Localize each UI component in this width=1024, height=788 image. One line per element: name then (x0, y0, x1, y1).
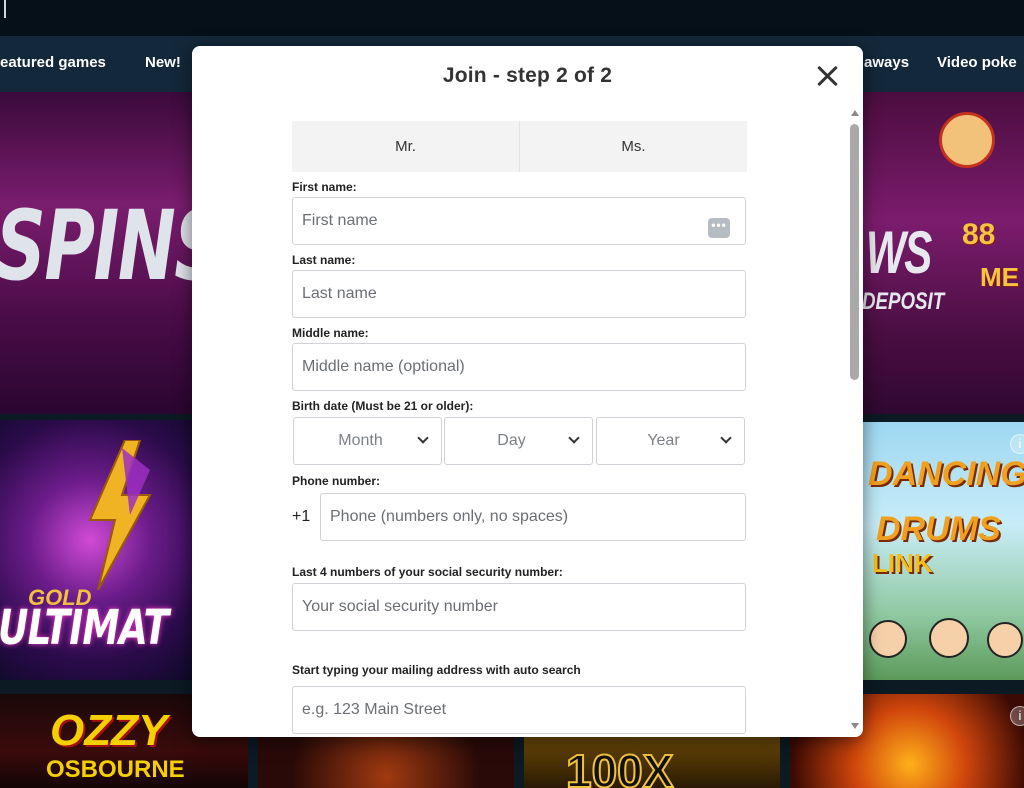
birth-year-value: Year (647, 432, 680, 449)
join-modal: Join - step 2 of 2 Mr. Ms. First name: •… (192, 46, 863, 737)
modal-scrollbar[interactable] (848, 108, 862, 737)
scrollbar-thumb[interactable] (850, 124, 859, 380)
address-input[interactable] (292, 686, 746, 734)
middle-name-label: Middle name: (292, 326, 369, 340)
phone-input[interactable] (320, 493, 746, 541)
first-name-input[interactable] (292, 197, 746, 245)
scroll-down-arrow-icon[interactable] (851, 723, 859, 729)
phone-country-code: +1 (292, 508, 311, 525)
last-name-label: Last name: (292, 253, 356, 267)
birth-month-select[interactable]: Month (293, 417, 442, 465)
close-icon[interactable] (816, 64, 840, 88)
ssn-input[interactable] (292, 583, 746, 631)
birth-year-select[interactable]: Year (596, 417, 745, 465)
middle-name-input[interactable] (292, 343, 746, 391)
ssn-label: Last 4 numbers of your social security n… (292, 565, 563, 579)
last-name-input[interactable] (292, 270, 746, 318)
salutation-mr-button[interactable]: Mr. (292, 121, 519, 172)
salutation-toggle: Mr. Ms. (292, 121, 747, 172)
first-name-label: First name: (292, 180, 357, 194)
autofill-icon[interactable]: ••• (708, 218, 730, 238)
salutation-ms-button[interactable]: Ms. (519, 121, 747, 172)
address-label: Start typing your mailing address with a… (292, 663, 581, 677)
birth-day-select[interactable]: Day (444, 417, 593, 465)
birth-date-label: Birth date (Must be 21 or older): (292, 399, 474, 413)
phone-label: Phone number: (292, 474, 381, 488)
birth-month-value: Month (338, 432, 383, 449)
birth-day-value: Day (497, 432, 526, 449)
scroll-up-arrow-icon[interactable] (851, 110, 859, 116)
modal-title: Join - step 2 of 2 (442, 64, 613, 87)
